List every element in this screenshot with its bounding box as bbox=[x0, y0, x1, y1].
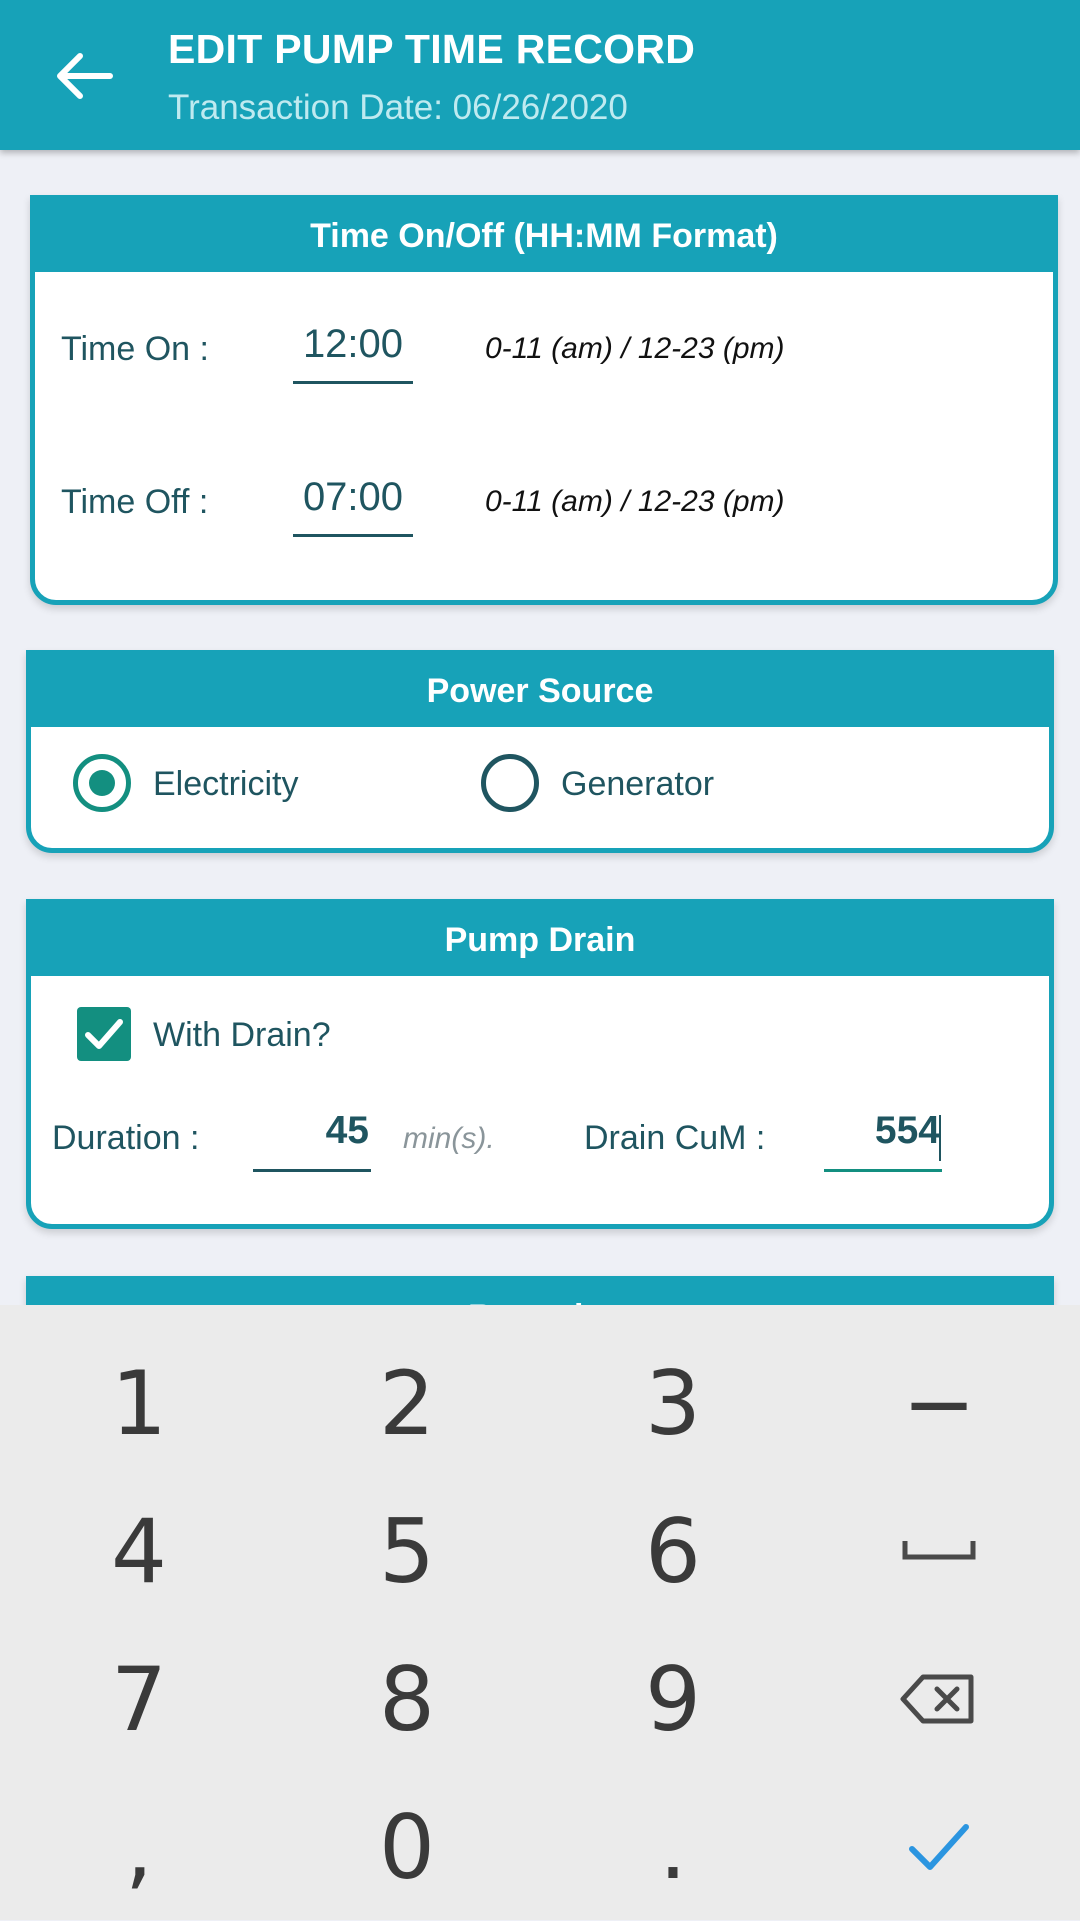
drain-cum-input[interactable]: 554 bbox=[824, 1109, 942, 1172]
duration-input[interactable]: 45 bbox=[253, 1109, 371, 1172]
radio-button-unselected[interactable] bbox=[481, 754, 539, 812]
key-2-label: 2 bbox=[379, 1351, 435, 1455]
transaction-date: Transaction Date: 06/26/2020 bbox=[168, 88, 628, 127]
key-comma-label: , bbox=[125, 1795, 153, 1899]
key-6-label: 6 bbox=[645, 1499, 701, 1603]
drain-cum-label: Drain CuM : bbox=[584, 1119, 766, 1157]
radio-dot bbox=[89, 770, 115, 796]
checkmark-icon bbox=[909, 1824, 969, 1870]
duration-label: Duration : bbox=[52, 1119, 200, 1157]
backspace-icon bbox=[900, 1674, 974, 1724]
arrow-left-icon bbox=[57, 53, 113, 99]
power-source-header: Power Source bbox=[31, 655, 1049, 727]
key-7-label: 7 bbox=[111, 1647, 167, 1751]
key-space[interactable] bbox=[804, 1477, 1074, 1625]
key-3[interactable]: 3 bbox=[538, 1329, 808, 1477]
radio-button-selected[interactable] bbox=[73, 754, 131, 812]
power-source-card: Power Source Electricity Generator bbox=[26, 650, 1054, 853]
pump-drain-header: Pump Drain bbox=[31, 904, 1049, 976]
with-drain-label[interactable]: With Drain? bbox=[153, 1016, 331, 1055]
key-minus-label: − bbox=[902, 1351, 976, 1455]
checkmark-icon bbox=[85, 1019, 123, 1049]
key-8[interactable]: 8 bbox=[272, 1625, 542, 1773]
key-3-label: 3 bbox=[645, 1351, 701, 1455]
key-4[interactable]: 4 bbox=[4, 1477, 274, 1625]
time-on-hint: 0-11 (am) / 12-23 (pm) bbox=[485, 332, 785, 365]
duration-unit: min(s). bbox=[403, 1122, 495, 1155]
key-4-label: 4 bbox=[111, 1499, 167, 1603]
time-off-input[interactable]: 07:00 bbox=[293, 475, 413, 537]
key-5-label: 5 bbox=[379, 1499, 435, 1603]
text-cursor bbox=[939, 1115, 941, 1161]
key-0[interactable]: 0 bbox=[272, 1773, 542, 1921]
page-title: EDIT PUMP TIME RECORD bbox=[168, 26, 696, 72]
key-minus[interactable]: − bbox=[804, 1329, 1074, 1477]
with-drain-checkbox[interactable] bbox=[77, 1007, 131, 1061]
key-0-label: 0 bbox=[379, 1795, 435, 1899]
key-period[interactable]: . bbox=[538, 1773, 808, 1921]
space-bar-icon bbox=[902, 1541, 976, 1560]
time-off-hint: 0-11 (am) / 12-23 (pm) bbox=[485, 485, 785, 518]
key-9-label: 9 bbox=[645, 1647, 701, 1751]
key-period-label: . bbox=[659, 1795, 687, 1899]
radio-generator-label[interactable]: Generator bbox=[561, 765, 714, 804]
key-1-label: 1 bbox=[111, 1351, 167, 1455]
key-2[interactable]: 2 bbox=[272, 1329, 542, 1477]
key-done[interactable] bbox=[804, 1773, 1074, 1921]
key-1[interactable]: 1 bbox=[4, 1329, 274, 1477]
pump-drain-card: Pump Drain With Drain? Duration : 45 min… bbox=[26, 899, 1054, 1229]
time-on-label: Time On : bbox=[61, 330, 209, 368]
time-off-label: Time Off : bbox=[61, 483, 209, 521]
key-backspace[interactable] bbox=[804, 1625, 1074, 1773]
key-comma[interactable]: , bbox=[4, 1773, 274, 1921]
time-on-input[interactable]: 12:00 bbox=[293, 322, 413, 384]
time-card: Time On/Off (HH:MM Format) Time On : 12:… bbox=[30, 195, 1058, 605]
back-button[interactable] bbox=[44, 36, 124, 116]
app-bar: EDIT PUMP TIME RECORD Transaction Date: … bbox=[0, 0, 1080, 150]
numeric-keypad: 1 2 3 − 4 5 6 7 8 9 , 0 . bbox=[0, 1305, 1080, 1920]
radio-electricity-label[interactable]: Electricity bbox=[153, 765, 298, 804]
key-7[interactable]: 7 bbox=[4, 1625, 274, 1773]
time-card-header: Time On/Off (HH:MM Format) bbox=[35, 200, 1053, 272]
key-9[interactable]: 9 bbox=[538, 1625, 808, 1773]
key-5[interactable]: 5 bbox=[272, 1477, 542, 1625]
key-6[interactable]: 6 bbox=[538, 1477, 808, 1625]
key-8-label: 8 bbox=[379, 1647, 435, 1751]
